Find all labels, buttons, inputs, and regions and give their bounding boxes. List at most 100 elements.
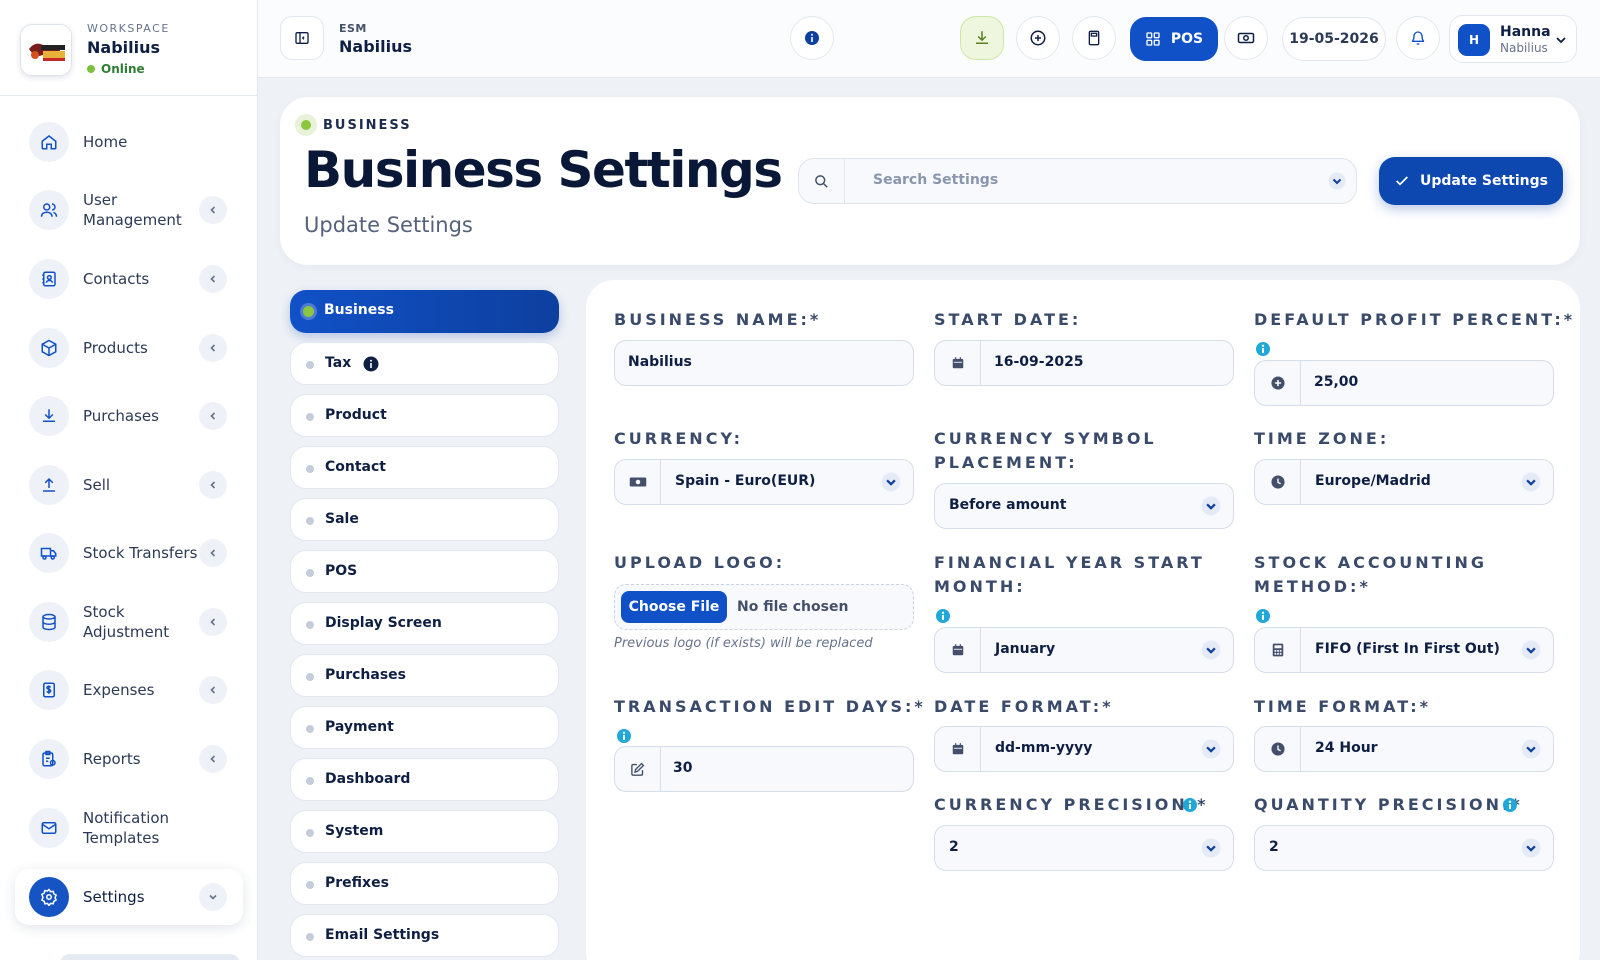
calculator-button[interactable]	[1072, 16, 1116, 60]
settings-tab-tax[interactable]: Tax	[290, 342, 559, 385]
settings-tab-sale[interactable]: Sale	[290, 498, 559, 541]
settings-tab-display-screen[interactable]: Display Screen	[290, 602, 559, 645]
info-icon[interactable]	[1256, 609, 1270, 623]
chevron-left-icon[interactable]	[199, 265, 227, 293]
time-format-label: TIME FORMAT:*	[1254, 697, 1432, 716]
sidebar-item-label: Purchases	[83, 407, 159, 425]
sidebar-item-label: Stock Transfers	[83, 544, 198, 562]
sidebar-item-stock-transfers[interactable]: Stock Transfers	[15, 525, 243, 581]
label-line: FINANCIAL YEAR START	[934, 553, 1205, 572]
settings-tab-label: Business	[324, 302, 394, 318]
settings-tab-email-settings[interactable]: Email Settings	[290, 914, 559, 957]
chevron-left-icon[interactable]	[199, 608, 227, 636]
settings-tab-purchases[interactable]: Purchases	[290, 654, 559, 697]
settings-tab-payment[interactable]: Payment	[290, 706, 559, 749]
date-display[interactable]: 19-05-2026	[1282, 17, 1386, 61]
sidebar-item-home[interactable]: Home	[15, 114, 243, 170]
info-icon[interactable]	[1256, 342, 1270, 356]
breadcrumb-dot	[295, 114, 317, 136]
settings-tab-product[interactable]: Product	[290, 394, 559, 437]
sidebar-item-sell[interactable]: Sell	[15, 457, 243, 513]
sidebar-item-reports[interactable]: Reports	[15, 731, 243, 787]
chevron-left-icon[interactable]	[199, 334, 227, 362]
date-format-select[interactable]: dd-mm-yyyy	[934, 726, 1234, 772]
bullet-dot	[306, 413, 314, 421]
update-settings-button[interactable]: Update Settings	[1379, 157, 1563, 205]
default-profit-value: 25,00	[1314, 374, 1359, 390]
sidebar-item-expenses[interactable]: Expenses	[15, 662, 243, 718]
sidebar-item-settings[interactable]: Settings	[15, 869, 243, 925]
transaction-edit-input[interactable]: 30	[614, 746, 914, 792]
database-icon	[29, 602, 69, 642]
info-button[interactable]	[790, 16, 834, 60]
chevron-down-icon	[1521, 838, 1541, 862]
stock-method-select[interactable]: FIFO (First In First Out)	[1254, 627, 1554, 673]
download-button[interactable]	[960, 16, 1004, 60]
bullet-dot	[306, 673, 314, 681]
fy-start-select[interactable]: January	[934, 627, 1234, 673]
info-icon[interactable]	[1503, 798, 1517, 812]
sidebar-item-label: Settings	[83, 888, 145, 906]
settings-tab-label: Purchases	[325, 667, 407, 683]
quantity-precision-label: QUANTITY PRECISION:*	[1254, 795, 1523, 814]
settings-tab-system[interactable]: System	[290, 810, 559, 853]
settings-tab-label: Tax	[325, 355, 352, 371]
chevron-down-icon[interactable]	[199, 883, 227, 911]
choose-file-button[interactable]: Choose File	[621, 591, 727, 623]
sidebar-item-products[interactable]: Products	[15, 320, 243, 376]
currency-select[interactable]: Spain - Euro(EUR)	[614, 459, 914, 505]
sidebar-item-user-management[interactable]: User Management	[15, 182, 243, 238]
sidebar-item-stock-adjustment[interactable]: Stock Adjustment	[15, 594, 243, 650]
status-text: Online	[101, 62, 145, 76]
cash-button[interactable]	[1224, 16, 1268, 60]
page-title: Business Settings	[304, 141, 783, 199]
time-format-select[interactable]: 24 Hour	[1254, 726, 1554, 772]
search-input[interactable]: Search Settings	[798, 158, 1357, 204]
notifications-button[interactable]	[1396, 16, 1440, 60]
logo-file-input[interactable]: Choose File No file chosen	[614, 584, 914, 630]
settings-submenu-item[interactable]	[60, 954, 240, 960]
settings-tab-contact[interactable]: Contact	[290, 446, 559, 489]
settings-tab-prefixes[interactable]: Prefixes	[290, 862, 559, 905]
info-icon[interactable]	[1183, 798, 1197, 812]
sidebar-item-contacts[interactable]: Contacts	[15, 251, 243, 307]
business-name-input[interactable]: Nabilius	[614, 340, 914, 386]
user-menu[interactable]: H Hanna Nabilius	[1449, 15, 1577, 63]
sidebar-item-notification-templates[interactable]: Notification Templates	[15, 800, 243, 856]
sidebar-item-purchases[interactable]: Purchases	[15, 388, 243, 444]
chevron-left-icon[interactable]	[199, 745, 227, 773]
money-icon	[615, 460, 661, 504]
chevron-left-icon[interactable]	[199, 676, 227, 704]
settings-tab-business[interactable]: Business	[290, 290, 559, 333]
chevron-down-icon	[1521, 739, 1541, 763]
settings-tab-pos[interactable]: POS	[290, 550, 559, 593]
time-zone-select[interactable]: Europe/Madrid	[1254, 459, 1554, 505]
info-icon[interactable]	[617, 729, 631, 743]
sidebar-toggle-button[interactable]	[280, 16, 324, 60]
start-date-input[interactable]: 16-09-2025	[934, 340, 1234, 386]
workspace-name: Nabilius	[87, 38, 161, 57]
sidebar-item-label: Stock Adjustment	[83, 603, 170, 641]
currency-precision-select[interactable]: 2	[934, 825, 1234, 871]
chevron-left-icon[interactable]	[199, 402, 227, 430]
info-icon	[805, 31, 819, 45]
settings-tab-dashboard[interactable]: Dashboard	[290, 758, 559, 801]
currency-symbol-select[interactable]: Before amount	[934, 483, 1234, 529]
bullet-dot	[306, 465, 314, 473]
quantity-precision-select[interactable]: 2	[1254, 825, 1554, 871]
default-profit-input[interactable]: 25,00	[1254, 360, 1554, 406]
chevron-left-icon[interactable]	[199, 196, 227, 224]
pos-button[interactable]: POS	[1130, 17, 1218, 61]
bullet-dot	[306, 569, 314, 577]
chevron-left-icon[interactable]	[199, 471, 227, 499]
calculator-icon	[1088, 30, 1100, 46]
label-line: MONTH:	[934, 577, 1026, 596]
info-icon[interactable]	[936, 609, 950, 623]
add-button[interactable]	[1016, 16, 1060, 60]
stock-method-value: FIFO (First In First Out)	[1315, 641, 1500, 657]
chevron-left-icon[interactable]	[199, 539, 227, 567]
money-icon	[1237, 32, 1255, 44]
label-line: CURRENCY SYMBOL	[934, 429, 1157, 448]
edit-icon	[615, 747, 661, 791]
clock-icon	[1255, 460, 1301, 504]
